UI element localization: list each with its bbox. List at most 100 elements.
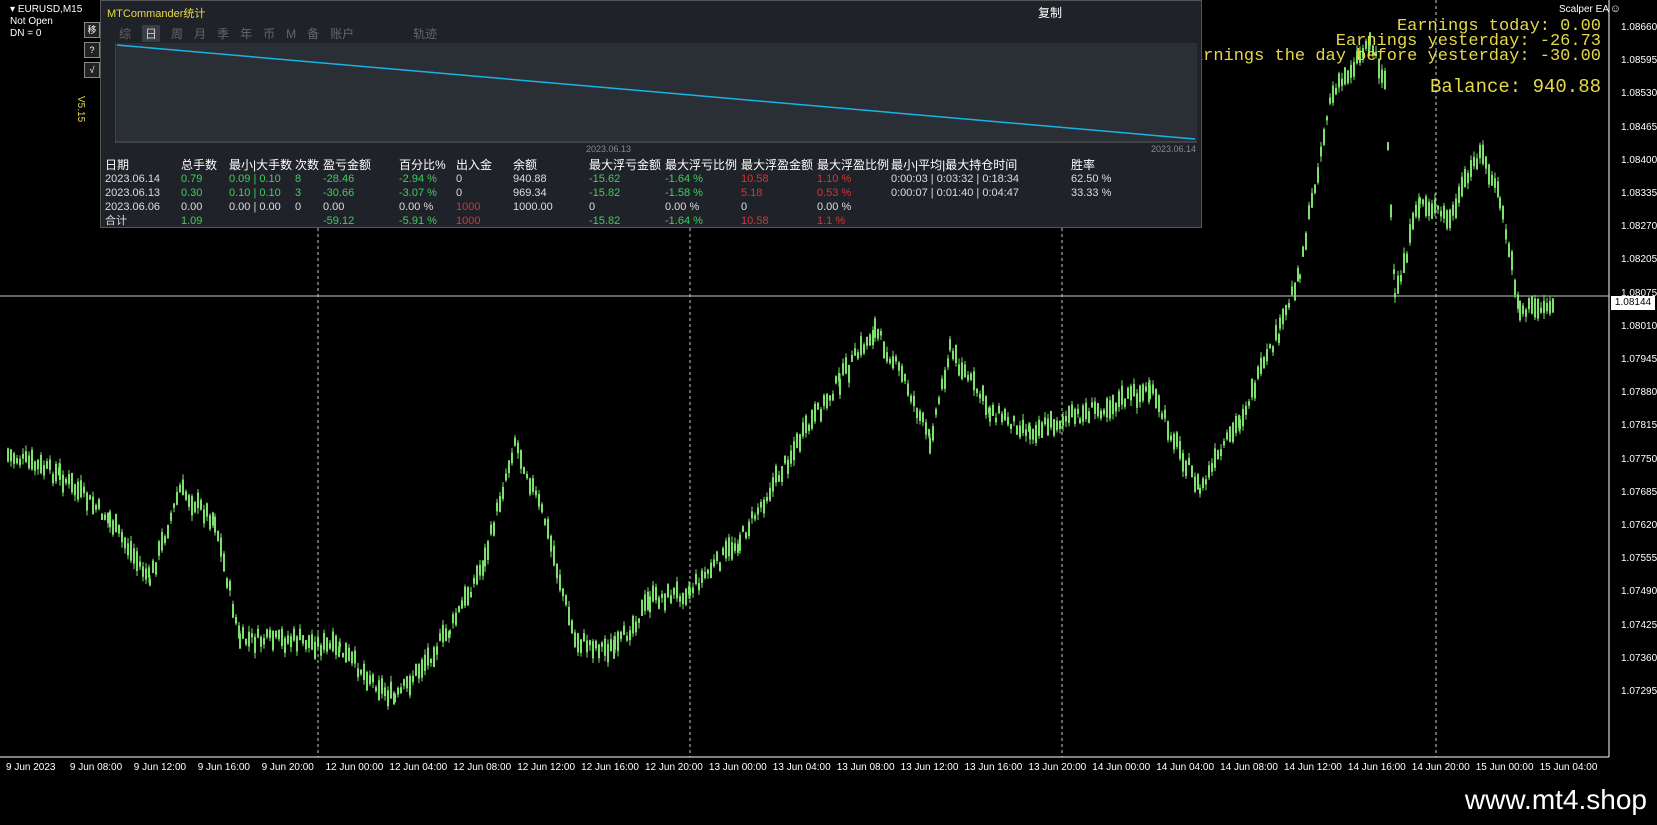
candle-body xyxy=(704,571,706,579)
candle-body xyxy=(623,625,625,636)
cell: 5.18 xyxy=(741,187,763,199)
candle-body xyxy=(372,674,374,683)
cell: 0.09 | 0.10 xyxy=(229,173,281,185)
candle-body xyxy=(124,537,126,549)
tab-10[interactable]: 轨迹 xyxy=(413,25,437,42)
candle-body xyxy=(311,634,313,650)
cell: -2.94 % xyxy=(399,173,437,185)
candle-body xyxy=(938,397,940,404)
candle-body xyxy=(1065,416,1067,422)
tab-2[interactable]: 周 xyxy=(171,25,183,42)
candle-body xyxy=(424,654,426,671)
cell: 1.10 % xyxy=(817,173,852,185)
balance: Balance: 940.88 xyxy=(1429,76,1601,98)
tab-4[interactable]: 季 xyxy=(217,25,229,42)
candle-body xyxy=(1115,402,1117,412)
candle-body xyxy=(342,652,344,657)
candle-body xyxy=(1152,384,1154,394)
candle-body xyxy=(200,500,202,510)
candle-body xyxy=(139,561,141,567)
symbol-timeframe[interactable]: ▾ EURUSD,M15 xyxy=(10,4,82,15)
candle-body xyxy=(493,522,495,536)
candle-body xyxy=(101,513,103,520)
candle-body xyxy=(214,516,216,533)
candle-body xyxy=(1025,429,1027,436)
tab-8[interactable]: 备 xyxy=(307,25,319,42)
time-label: 12 Jun 16:00 xyxy=(581,762,639,773)
candle-body xyxy=(266,629,268,638)
price-label: 1.07295 xyxy=(1621,686,1657,697)
candle-body xyxy=(601,642,603,647)
move-button[interactable]: 移 xyxy=(84,22,100,38)
candle-body xyxy=(179,484,181,493)
candle-body xyxy=(1400,275,1402,282)
candle-body xyxy=(155,562,157,575)
candle-body xyxy=(1522,305,1524,315)
cell: 0.00 % xyxy=(399,201,434,213)
ea-name[interactable]: Scalper EA xyxy=(1559,4,1609,15)
candle-body xyxy=(866,336,868,346)
candle-body xyxy=(929,438,931,454)
price-label: 1.07880 xyxy=(1621,387,1657,399)
candle-body xyxy=(52,474,54,484)
cell: 2023.06.14 xyxy=(105,173,161,185)
candle-body xyxy=(329,643,331,649)
candle-body xyxy=(790,450,792,464)
candle-body xyxy=(832,393,834,401)
candle-body xyxy=(1409,224,1411,243)
candle-body xyxy=(1220,449,1222,457)
check-button[interactable]: √ xyxy=(84,62,100,78)
time-label: 13 Jun 08:00 xyxy=(836,762,895,773)
cell: 10.58 xyxy=(741,215,769,227)
candle-body xyxy=(287,635,289,644)
candle-body xyxy=(1208,465,1210,478)
candle-body xyxy=(685,588,687,605)
candle-body xyxy=(716,551,718,561)
candle-body xyxy=(436,646,438,655)
tab-9[interactable]: 账户 xyxy=(330,25,354,42)
candle-body xyxy=(1217,450,1219,460)
tab-3[interactable]: 月 xyxy=(194,25,206,42)
candle-body xyxy=(1317,167,1319,183)
tab-6[interactable]: 币 xyxy=(263,25,275,42)
candle-body xyxy=(354,650,356,664)
candle-body xyxy=(194,501,196,513)
tab-5[interactable]: 年 xyxy=(240,25,252,42)
candle-body xyxy=(1176,432,1178,447)
tab-7[interactable]: M xyxy=(286,27,296,41)
ea-smiley-icon: ☺ xyxy=(1609,3,1621,15)
candle-body xyxy=(1482,144,1484,164)
candle-body xyxy=(317,636,319,647)
candle-body xyxy=(400,687,402,693)
price-label: 1.08595 xyxy=(1621,55,1657,67)
candle-body xyxy=(970,373,972,380)
candle-body xyxy=(823,395,825,406)
candle-body xyxy=(418,664,420,679)
candle-body xyxy=(439,633,441,641)
tab-1[interactable]: 日 xyxy=(142,25,161,42)
candle-body xyxy=(272,630,274,650)
candle-body xyxy=(907,383,909,396)
help-button[interactable]: ? xyxy=(84,42,100,58)
candle-body xyxy=(725,540,727,559)
candle-body xyxy=(1428,201,1430,217)
graph-date-2: 2023.06.14 xyxy=(1151,144,1197,154)
candle-body xyxy=(427,647,429,666)
cell: 0.79 xyxy=(181,173,203,185)
candle-body xyxy=(673,587,675,595)
candle-body xyxy=(995,417,997,423)
candle-body xyxy=(745,532,747,539)
candle-body xyxy=(737,543,739,553)
candle-body xyxy=(296,636,298,652)
copy-button[interactable]: 复制 xyxy=(1038,4,1062,21)
candle-body xyxy=(16,458,18,464)
candle-body xyxy=(910,395,912,402)
cell: 0.10 | 0.10 xyxy=(229,187,281,199)
candle-body xyxy=(1514,279,1516,295)
tab-0[interactable]: 综 xyxy=(119,25,131,42)
candle-body xyxy=(544,518,546,525)
candle-body xyxy=(835,376,837,384)
price-chart[interactable]: ▾ EURUSD,M15 Not Open DN = 0 Scalper EA … xyxy=(0,0,1657,780)
candle-body xyxy=(278,629,280,640)
candle-body xyxy=(1272,346,1274,353)
